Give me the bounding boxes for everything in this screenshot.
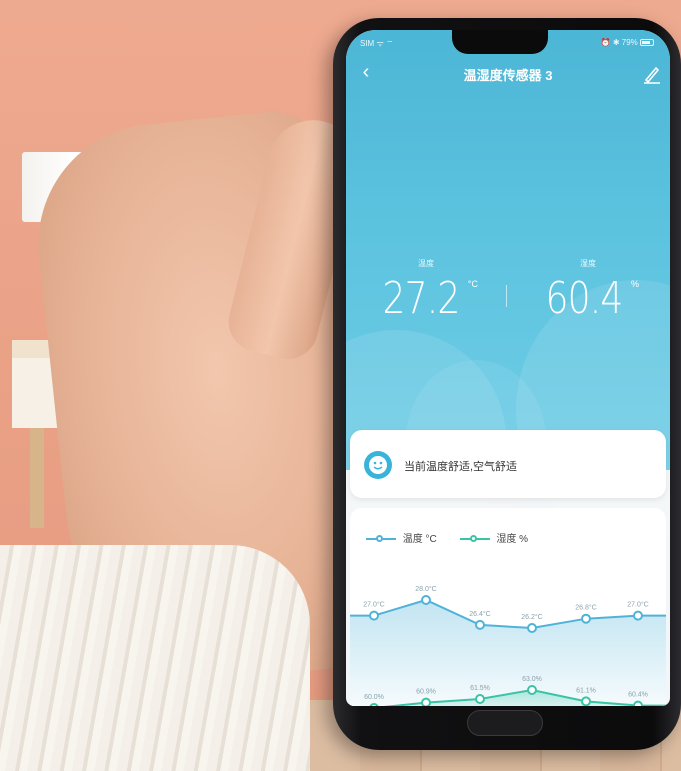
humidity-unit: % xyxy=(630,279,639,289)
comfort-status-text: 当前温度舒适,空气舒适 xyxy=(404,461,518,473)
legend-humidity[interactable]: 湿度 % xyxy=(459,530,528,545)
back-button[interactable]: ‹ xyxy=(354,61,378,85)
legend-line-marker xyxy=(459,534,490,544)
data-point[interactable] xyxy=(421,595,431,605)
data-point[interactable] xyxy=(527,623,537,633)
humidity-label: 湿度 xyxy=(580,259,596,268)
pencil-icon xyxy=(644,66,660,84)
data-point[interactable] xyxy=(633,700,643,706)
smile-face-icon xyxy=(364,451,392,479)
data-label: 60.9% xyxy=(416,689,436,696)
phone-screen: SIM ᯤ ⌔ ⏰ ✱ 79% ‹ 温湿度传感器 3 温度 27.2 °C 湿度… xyxy=(346,30,670,706)
history-line-chart: 27.0°C 28.0°C 26.4°C 26.2°C 26.8°C 27.0°C 60.0… xyxy=(350,585,666,706)
data-label: 60.4% xyxy=(628,692,648,699)
data-point[interactable] xyxy=(475,619,485,630)
data-point[interactable] xyxy=(475,694,485,704)
data-label: 61.5% xyxy=(470,685,490,692)
edit-button[interactable] xyxy=(640,62,664,86)
chart-legend: 温度 °C 湿度 % xyxy=(366,530,548,545)
temperature-value: 27.2 xyxy=(382,273,460,324)
reading-divider xyxy=(506,285,507,307)
data-point[interactable] xyxy=(581,613,591,624)
history-chart-card: 温度 °C 湿度 % 27.0°C 28.0°C 26.4°C 26.2°C 26.8°… xyxy=(350,508,666,706)
humidity-value: 60.4 xyxy=(545,273,623,324)
data-point[interactable] xyxy=(527,685,537,695)
legend-line-marker xyxy=(366,534,396,544)
data-point[interactable] xyxy=(369,703,379,706)
page-title: 温湿度传感器 3 xyxy=(463,68,553,83)
data-point[interactable] xyxy=(633,610,643,621)
data-point[interactable] xyxy=(581,696,591,706)
data-label: 28.0°C xyxy=(415,585,436,593)
home-button[interactable] xyxy=(467,710,543,736)
data-label: 61.1% xyxy=(576,687,596,694)
side-table-leg xyxy=(30,428,44,528)
data-label: 26.8°C xyxy=(575,604,596,612)
carrier-signal: SIM ᯤ ⌔ xyxy=(360,39,394,48)
comfort-status-card[interactable]: 当前温度舒适,空气舒适 xyxy=(350,430,666,498)
data-label: 63.0% xyxy=(522,676,542,683)
legend-temperature[interactable]: 温度 °C xyxy=(366,530,437,545)
humidity-reading: 湿度 60.4% xyxy=(528,258,648,324)
battery-icon xyxy=(640,39,654,47)
data-point[interactable] xyxy=(369,610,379,621)
data-point[interactable] xyxy=(421,697,431,706)
data-label: 60.0% xyxy=(364,694,384,701)
data-label: 26.2°C xyxy=(521,613,542,621)
data-label: 26.4°C xyxy=(469,610,490,618)
temperature-reading: 温度 27.2 °C xyxy=(366,258,486,324)
nav-bar: ‹ 温湿度传感器 3 xyxy=(346,58,670,88)
data-label: 27.0°C xyxy=(627,601,648,609)
chevron-left-icon: ‹ xyxy=(362,61,370,83)
temperature-label: 温度 xyxy=(418,259,434,268)
data-label: 27.0°C xyxy=(363,601,384,609)
sensor-header-panel: SIM ᯤ ⌔ ⏰ ✱ 79% ‹ 温湿度传感器 3 温度 27.2 °C 湿度… xyxy=(346,30,670,550)
knit-sleeve xyxy=(0,545,310,771)
phone-notch xyxy=(452,30,548,54)
temperature-unit: °C xyxy=(467,279,479,289)
battery-status: ⏰ ✱ 79% xyxy=(601,38,654,47)
